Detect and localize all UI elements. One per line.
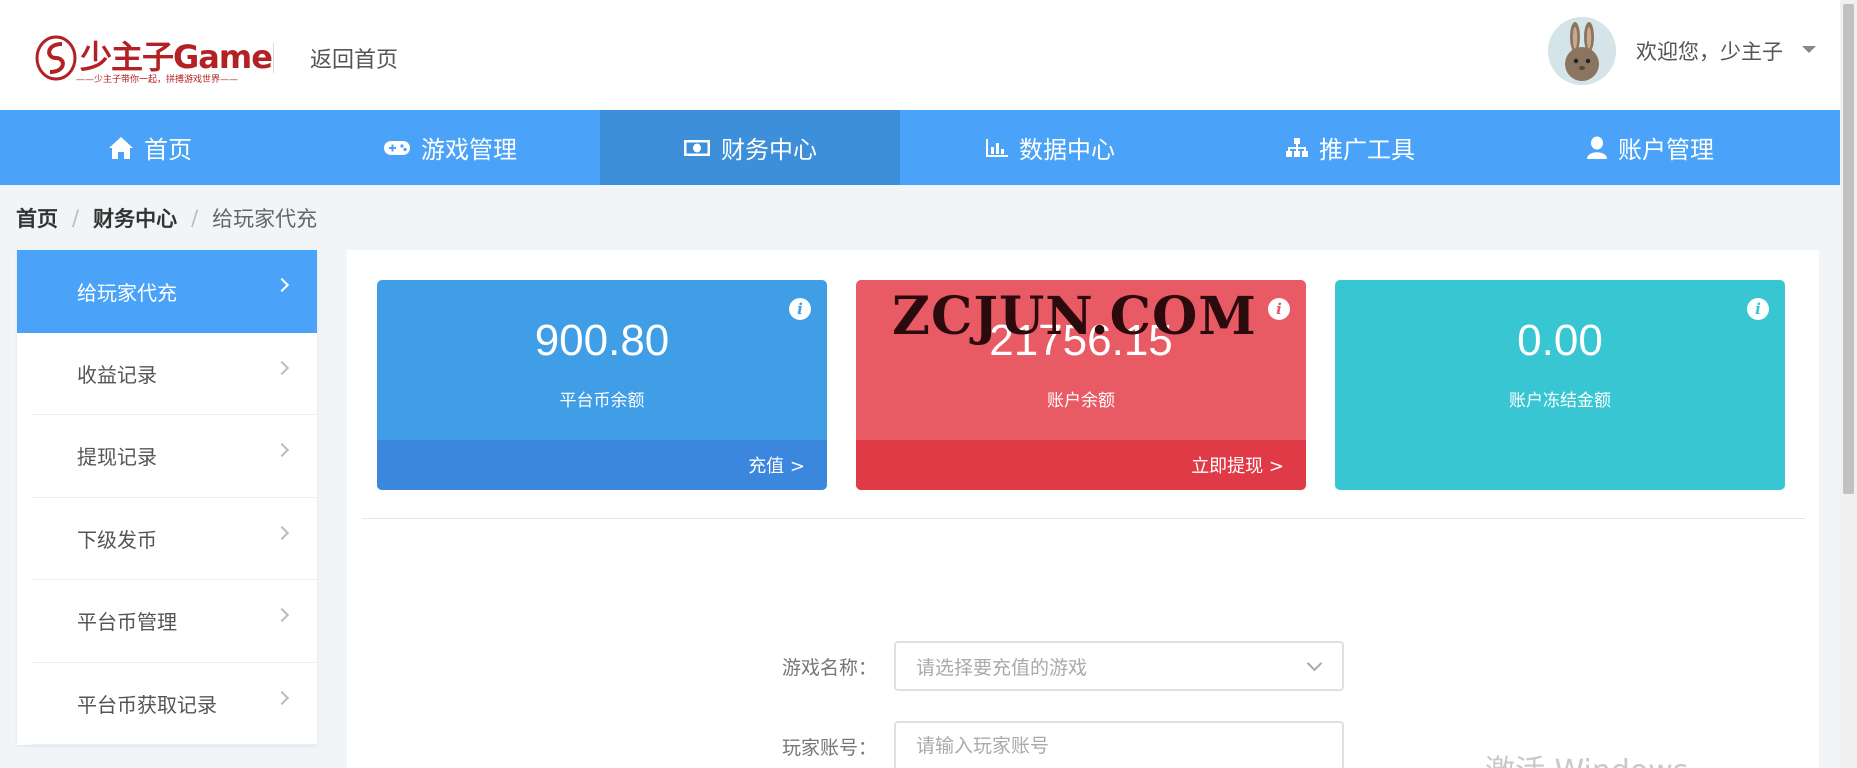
nav-item-home[interactable]: 首页: [0, 110, 300, 185]
withdraw-now-button[interactable]: 立即提现 >: [856, 440, 1306, 490]
nav-item-label: 推广工具: [1319, 136, 1415, 164]
chevron-right-icon: [274, 442, 290, 458]
nav-item-game-management[interactable]: 游戏管理: [300, 110, 600, 185]
back-home-link[interactable]: 返回首页: [310, 42, 398, 74]
user-icon: [1587, 136, 1607, 159]
sidebar-item-subordinate-issue[interactable]: 下级发币: [31, 498, 317, 580]
chevron-right-icon: [274, 690, 290, 705]
breadcrumb-home[interactable]: 首页: [16, 203, 58, 233]
sidebar-item-player-recharge[interactable]: 给玩家代充: [17, 250, 317, 333]
game-select-placeholder: 请选择要充值的游戏: [916, 656, 1088, 679]
user-menu-dropdown-icon[interactable]: [1802, 46, 1816, 53]
sidebar-item-platform-coin-history[interactable]: 平台币获取记录: [31, 663, 317, 745]
chevron-right-icon: [274, 525, 290, 540]
nav-item-data-center[interactable]: 数据中心: [900, 110, 1200, 185]
player-account-input[interactable]: [894, 721, 1344, 768]
section-divider: [362, 518, 1805, 519]
main-content: i 900.80 平台币余额 充值 > i 21756.15 账户余额 立即提现…: [347, 250, 1819, 768]
welcome-text: 欢迎您，少主子: [1636, 40, 1783, 64]
sidebar-item-label: 下级发币: [77, 527, 157, 552]
chevron-right-icon: [274, 360, 290, 375]
nav-item-finance-center[interactable]: 财务中心: [600, 110, 900, 185]
main-nav: 首页 游戏管理 财务中心 数据中心 推广工具 账户管理: [0, 110, 1840, 185]
page-scrollbar[interactable]: [1840, 0, 1857, 768]
platform-coin-balance-card: i 900.80 平台币余额 充值 >: [377, 280, 827, 490]
sidebar-item-withdrawal-record[interactable]: 提现记录: [31, 415, 317, 498]
chevron-right-icon: [274, 277, 290, 293]
sidebar-item-earnings-record[interactable]: 收益记录: [31, 333, 317, 415]
breadcrumb-finance[interactable]: 财务中心: [93, 203, 177, 233]
header-divider: [273, 43, 274, 73]
logo-subtitle: ——少主子带你一起，拼搏游戏世界——: [76, 75, 239, 85]
player-account-label: 玩家账号：: [781, 737, 877, 759]
recharge-button[interactable]: 充值 >: [377, 440, 827, 490]
nav-item-promotion-tools[interactable]: 推广工具: [1200, 110, 1500, 185]
nav-item-label: 数据中心: [1019, 136, 1115, 164]
platform-coin-balance-value: 900.80: [534, 316, 670, 365]
nav-item-label: 账户管理: [1618, 136, 1714, 164]
scrollbar-thumb[interactable]: [1843, 4, 1854, 494]
sidebar-item-label: 平台币获取记录: [77, 692, 217, 717]
sidebar: 给玩家代充 收益记录 提现记录 下级发币 平台币管理 平台币获取记录: [17, 250, 317, 745]
frozen-amount-card: i 0.00 账户冻结金额: [1335, 280, 1785, 490]
top-header: 少主子Game ——少主子带你一起，拼搏游戏世界—— 返回首页 欢迎您，少主子: [0, 0, 1840, 110]
site-logo[interactable]: 少主子Game ——少主子带你一起，拼搏游戏世界——: [34, 30, 273, 90]
home-icon: [109, 136, 133, 159]
game-select[interactable]: 请选择要充值的游戏: [894, 641, 1344, 691]
nav-item-label: 首页: [144, 136, 192, 164]
breadcrumb: 首页 / 财务中心 / 给玩家代充: [16, 203, 317, 233]
chevron-down-icon: [1306, 655, 1323, 672]
sidebar-item-label: 提现记录: [77, 445, 157, 470]
breadcrumb-separator: /: [191, 206, 199, 230]
game-name-label: 游戏名称：: [781, 657, 877, 679]
nav-item-account-management[interactable]: 账户管理: [1500, 110, 1800, 185]
nav-item-label: 游戏管理: [421, 136, 517, 164]
bar-chart-icon: [986, 138, 1008, 157]
sidebar-item-label: 收益记录: [77, 362, 157, 387]
gamepad-icon: [384, 140, 410, 155]
sidebar-item-label: 平台币管理: [77, 610, 177, 635]
breadcrumb-separator: /: [72, 206, 80, 230]
sidebar-item-label: 给玩家代充: [77, 280, 177, 305]
nav-item-label: 财务中心: [721, 136, 817, 164]
watermark-text: ZCJUN.COM: [892, 286, 1257, 347]
chevron-right-icon: [274, 607, 290, 623]
platform-coin-balance-label: 平台币余额: [559, 391, 645, 411]
sitemap-icon: [1286, 137, 1308, 157]
windows-activation-overlay: 激活 Windows: [1485, 746, 1688, 768]
logo-emblem-icon: [35, 35, 77, 81]
rabbit-avatar-icon: [1548, 17, 1616, 85]
sidebar-item-platform-coin-management[interactable]: 平台币管理: [31, 580, 317, 663]
frozen-amount-label: 账户冻结金额: [1509, 391, 1611, 411]
money-icon: [684, 139, 710, 156]
breadcrumb-current: 给玩家代充: [212, 207, 318, 231]
avatar[interactable]: [1548, 17, 1616, 85]
account-balance-label: 账户余额: [1047, 391, 1115, 411]
frozen-amount-value: 0.00: [1517, 316, 1603, 365]
